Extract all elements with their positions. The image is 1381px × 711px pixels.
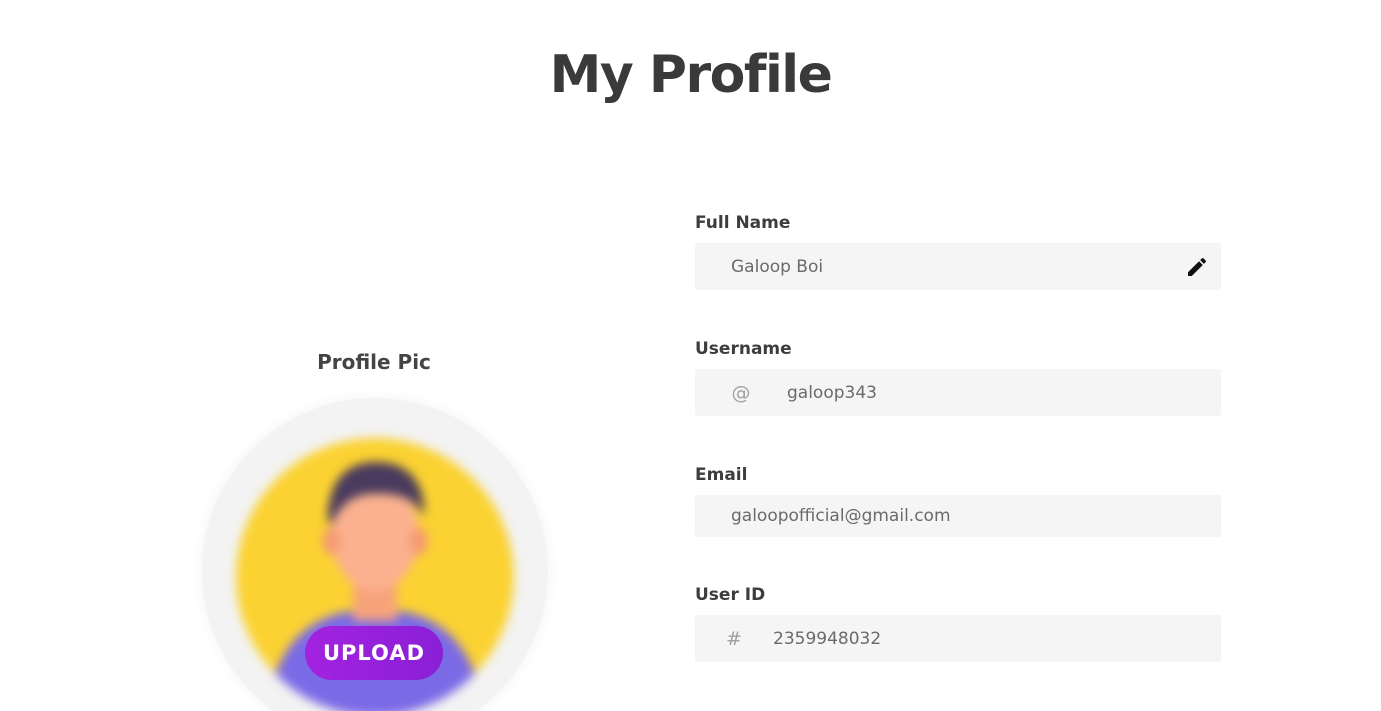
email-input[interactable] — [731, 495, 1221, 537]
username-label: Username — [695, 339, 792, 359]
full-name-label: Full Name — [695, 213, 791, 233]
email-box — [695, 495, 1221, 537]
profile-page: My Profile Profile Pic UPLOAD Full Name — [0, 0, 1381, 711]
user-id-label: User ID — [695, 585, 766, 605]
username-field: Username @ — [695, 338, 1221, 416]
username-input[interactable] — [787, 369, 1221, 416]
username-box: @ — [695, 369, 1221, 416]
full-name-box — [695, 243, 1221, 290]
user-id-box: # — [695, 615, 1221, 662]
upload-button[interactable]: UPLOAD — [305, 626, 443, 680]
at-sign-icon: @ — [731, 381, 751, 404]
profile-pic-container: UPLOAD — [202, 398, 548, 711]
user-id-input[interactable] — [773, 615, 1221, 662]
page-title: My Profile — [549, 45, 833, 105]
email-field: Email — [695, 464, 1221, 537]
email-label: Email — [695, 465, 748, 485]
user-id-field: User ID # — [695, 584, 1221, 662]
profile-pic-label: Profile Pic — [317, 350, 431, 374]
hash-icon: # — [726, 627, 742, 650]
full-name-field: Full Name — [695, 212, 1221, 290]
pencil-icon[interactable] — [1185, 255, 1209, 279]
full-name-input[interactable] — [731, 243, 1185, 290]
